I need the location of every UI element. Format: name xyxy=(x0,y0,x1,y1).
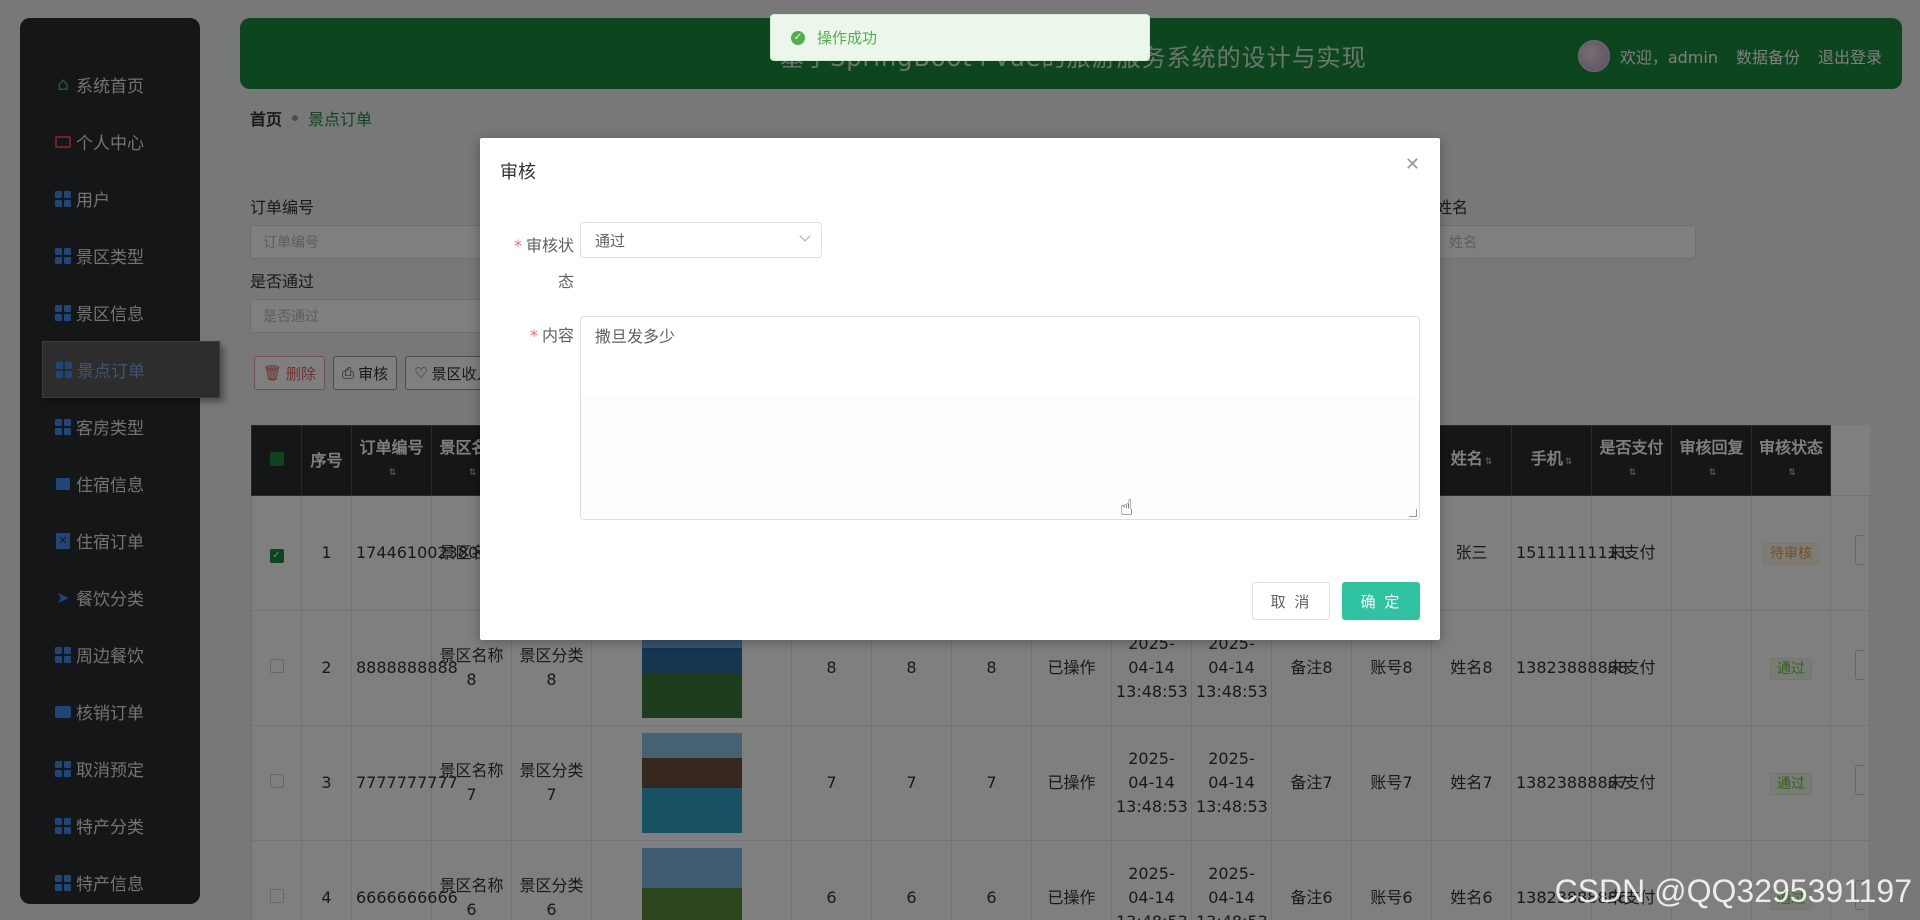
content-label-text: 内容 xyxy=(541,326,574,345)
close-icon[interactable]: ✕ xyxy=(1405,154,1420,175)
review-dialog: 审核 ✕ * 审核状态 通过 * 内容 撒旦发多少 ☝ 取 消 确 定 xyxy=(480,138,1440,640)
resize-grip-icon[interactable] xyxy=(1409,509,1417,517)
hand-cursor-icon: ☝ xyxy=(1120,496,1134,521)
status-select-value: 通过 xyxy=(595,231,626,250)
content-label: * 内容 xyxy=(529,326,574,345)
content-textarea-value: 撒旦发多少 xyxy=(595,327,676,346)
status-label: * 审核状态 xyxy=(513,236,574,291)
dialog-title: 审核 xyxy=(500,162,536,183)
check-circle-icon: ✓ xyxy=(791,30,805,45)
content-textarea[interactable]: 撒旦发多少 xyxy=(580,316,1420,520)
chevron-down-icon xyxy=(799,230,811,242)
status-select[interactable]: 通过 xyxy=(580,222,822,258)
status-label-text: 审核状态 xyxy=(525,236,574,291)
watermark: CSDN @QQ3295391197 xyxy=(1554,873,1912,909)
confirm-button[interactable]: 确 定 xyxy=(1342,582,1420,620)
cancel-button[interactable]: 取 消 xyxy=(1252,582,1330,620)
success-toast: ✓ 操作成功 xyxy=(770,14,1150,61)
toast-message: 操作成功 xyxy=(817,29,878,47)
